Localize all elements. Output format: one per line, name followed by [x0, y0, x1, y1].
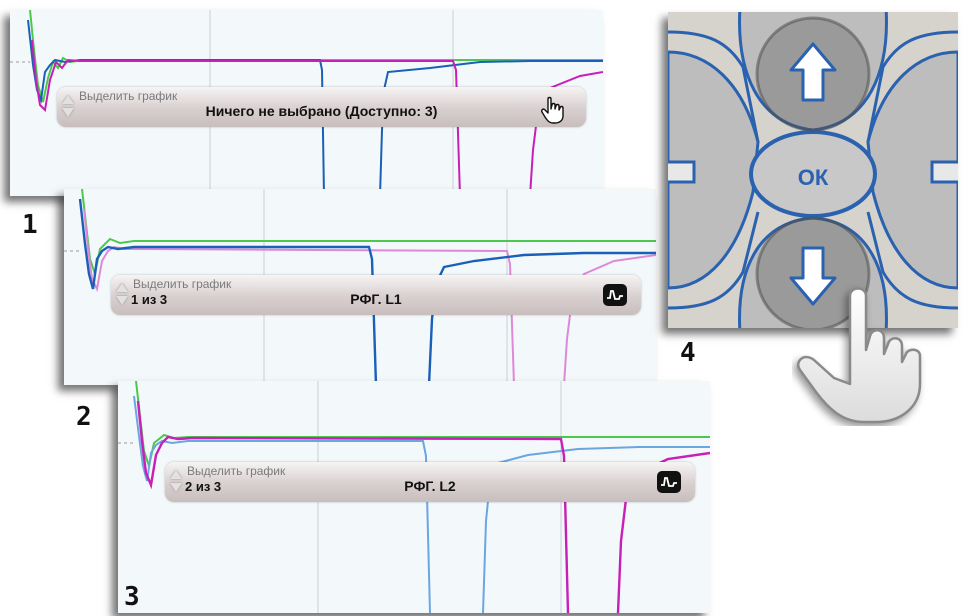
- selector-label: Выделить график: [187, 464, 286, 478]
- selector-label: Выделить график: [79, 89, 178, 103]
- panel-number-1: 1: [22, 210, 39, 240]
- graph-panel-2: Выделить график 1 из 3 РФГ. L1: [64, 189, 656, 385]
- graph-waveform-icon[interactable]: [657, 471, 681, 493]
- selector-value: РФГ. L2: [404, 478, 456, 494]
- graph-waveform-icon[interactable]: [603, 284, 627, 306]
- hand-pointer-icon: [541, 96, 564, 124]
- graph-selector[interactable]: Выделить график 1 из 3 РФГ. L1: [111, 275, 641, 315]
- panel-number-3: 3: [124, 582, 141, 612]
- panel-number-4: 4: [680, 338, 697, 368]
- hand-pressing-icon: [797, 287, 922, 424]
- ok-label[interactable]: ОК: [783, 165, 843, 191]
- graph-selector[interactable]: Выделить график 2 из 3 РФГ. L2: [165, 462, 695, 502]
- panel-number-2: 2: [76, 402, 93, 432]
- selector-value: РФГ. L1: [350, 291, 402, 307]
- graph-selector[interactable]: Выделить график Ничего не выбрано (Досту…: [57, 87, 586, 127]
- graph-panel-1: Выделить график Ничего не выбрано (Досту…: [10, 10, 603, 196]
- keypad-panel: ОК: [668, 12, 958, 328]
- selector-value: Ничего не выбрано (Доступно: 3): [205, 103, 438, 119]
- graph-panel-3: Выделить график 2 из 3 РФГ. L2: [118, 381, 710, 613]
- selector-label: Выделить график: [133, 277, 232, 291]
